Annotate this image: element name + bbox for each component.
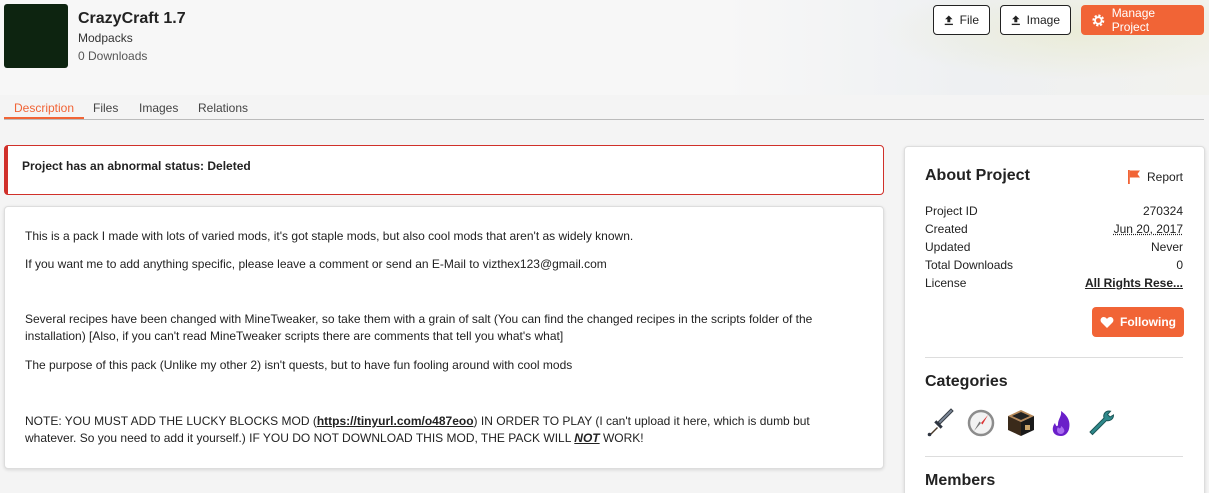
- info-label: Updated: [925, 240, 971, 254]
- description-card: This is a pack I made with lots of varie…: [4, 206, 884, 469]
- tab-files[interactable]: Files: [93, 101, 118, 115]
- info-row-license: License All Rights Rese...: [925, 276, 1183, 290]
- info-value: 270324: [1142, 204, 1183, 218]
- info-label: Created: [925, 222, 968, 236]
- upload-file-button[interactable]: File: [933, 5, 990, 35]
- info-label: Project ID: [925, 204, 978, 218]
- tab-relations[interactable]: Relations: [198, 101, 248, 115]
- project-downloads: 0 Downloads: [78, 49, 148, 63]
- info-row-project-id: Project ID 270324: [925, 204, 1183, 218]
- note-text: WORK!: [599, 431, 644, 445]
- active-tab-indicator: [4, 117, 84, 119]
- about-project-sidebar: About Project Report Project ID 270324 C…: [904, 146, 1205, 493]
- gear-icon: [1092, 14, 1105, 26]
- following-label: Following: [1120, 315, 1176, 329]
- flag-icon: [1128, 170, 1140, 184]
- description-note: NOTE: YOU MUST ADD THE LUCKY BLOCKS MOD …: [25, 413, 855, 447]
- description-paragraph: Several recipes have been changed with M…: [25, 312, 813, 343]
- license-link[interactable]: All Rights Rese...: [1085, 276, 1183, 290]
- tab-images[interactable]: Images: [139, 101, 178, 115]
- compass-icon[interactable]: [965, 407, 997, 439]
- crafting-block-icon[interactable]: [1005, 407, 1037, 439]
- info-value: Never: [1150, 240, 1183, 254]
- upload-image-label: Image: [1026, 13, 1060, 27]
- info-row-created: Created Jun 20, 2017: [925, 222, 1183, 236]
- magic-flame-icon[interactable]: [1045, 407, 1077, 439]
- tab-description[interactable]: Description: [14, 101, 74, 115]
- upload-icon: [944, 15, 953, 26]
- manage-project-label: Manage Project: [1111, 6, 1156, 34]
- project-logo: [4, 4, 68, 68]
- lucky-blocks-link[interactable]: https://tinyurl.com/o487eoo: [317, 414, 474, 428]
- manage-project-button[interactable]: Manage Project: [1081, 5, 1204, 35]
- description-paragraph: This is a pack I made with lots of varie…: [25, 229, 634, 243]
- info-row-total-downloads: Total Downloads 0: [925, 258, 1183, 272]
- sword-icon[interactable]: [925, 407, 957, 439]
- upload-icon: [1011, 15, 1020, 26]
- section-divider: [925, 456, 1183, 457]
- status-alert-text: Project has an abnormal status: Deleted: [22, 159, 251, 173]
- about-project-heading: About Project: [925, 167, 1030, 184]
- note-text: NOTE: YOU MUST ADD THE LUCKY BLOCKS MOD …: [25, 414, 317, 428]
- report-label: Report: [1147, 170, 1184, 184]
- info-value: 0: [1176, 258, 1183, 272]
- status-alert: Project has an abnormal status: Deleted: [4, 145, 884, 195]
- upload-image-button[interactable]: Image: [1000, 5, 1071, 35]
- upload-file-label: File: [959, 13, 979, 27]
- wrench-icon[interactable]: [1085, 407, 1117, 439]
- info-label: License: [925, 276, 967, 290]
- project-title: CrazyCraft 1.7: [78, 10, 186, 27]
- project-category[interactable]: Modpacks: [78, 31, 133, 45]
- note-emphasis: NOT: [574, 431, 600, 445]
- report-button[interactable]: Report: [1127, 169, 1183, 185]
- info-value: Jun 20, 2017: [1113, 222, 1183, 236]
- info-row-updated: Updated Never: [925, 240, 1183, 254]
- members-heading: Members: [925, 472, 996, 489]
- info-label: Total Downloads: [925, 258, 1014, 272]
- description-paragraph: The purpose of this pack (Unlike my othe…: [25, 358, 573, 372]
- following-button[interactable]: Following: [1092, 307, 1184, 337]
- description-paragraph: If you want me to add anything specific,…: [25, 257, 607, 271]
- section-divider: [925, 357, 1183, 358]
- categories-heading: Categories: [925, 373, 1008, 390]
- category-icons: [925, 407, 1117, 439]
- heart-icon: [1100, 316, 1114, 328]
- project-tabs: Description Files Images Relations: [4, 98, 1204, 120]
